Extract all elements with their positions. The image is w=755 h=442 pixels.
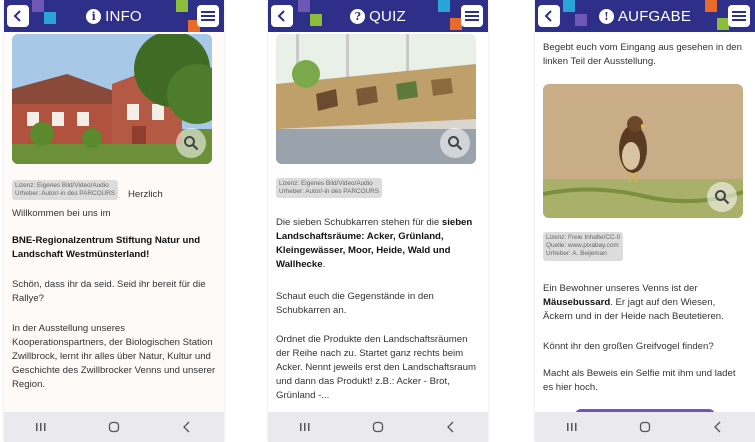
recent-apps-button[interactable] [26,417,56,437]
license-line: Lizenz: Eigenes Bild/Video/Audio [279,180,373,187]
intro-text: Begebt euch vom Eingang aus gesehen in d… [543,42,742,67]
find-question: Könnt ihr den großen Greifvogel finden? [543,341,714,352]
menu-button[interactable] [197,5,219,27]
license-tag: Lizenz: Eigenes Bild/Video/Audio Urheber… [12,180,119,201]
magnifier-icon [448,136,463,151]
screen-title: i INFO [4,0,224,32]
ready-text: Schön, dass ihr da seid. Seid ihr bereit… [12,279,206,304]
magnifier-icon [715,190,730,205]
title-text: INFO [105,7,142,25]
author-line: Urheber: Autor/-in des PARCOURS [15,190,116,198]
home-button[interactable] [630,417,660,437]
recent-apps-icon [35,423,46,431]
buzzard-photo[interactable] [543,84,743,218]
organization-heading: BNE-Regionalzentrum Stiftung Natur und L… [12,235,201,260]
content-area: Lizenz: Eigenes Bild/Video/Audio Urheber… [4,32,224,412]
text-part: Die sieben Schubkarren stehen für die [276,217,442,228]
license-line: Lizenz: Eigenes Bild/Video/Audio [15,182,109,189]
recent-apps-button[interactable] [290,417,320,437]
selfie-instruction: Macht als Beweis ein Selfie mit ihm und … [543,368,736,393]
task-screen: ! AUFGABE Begebt euch vom Eingang aus ge… [535,0,755,442]
back-icon [447,421,454,433]
license-tag: Lizenz: Freie Inhalte/CC-0 Quelle: www.p… [543,232,624,261]
wheelbarrow-photo[interactable] [276,34,476,164]
species-name: Mäusebussard [543,297,611,308]
system-nav-bar [268,412,488,442]
zoom-button[interactable] [707,182,737,212]
license-line: Lizenz: Freie Inhalte/CC-0 [546,234,621,241]
screen-title: ! AUFGABE [535,0,755,32]
content-area: Begebt euch vom Eingang aus gesehen in d… [535,32,755,412]
home-icon [108,421,120,433]
system-back-button[interactable] [436,417,466,437]
hamburger-menu-icon [201,11,215,21]
home-icon [639,421,651,433]
top-app-bar: ? QUIZ [268,0,488,32]
wheelbarrow-description: Die sieben Schubkarren stehen für die si… [276,216,480,272]
title-text: AUFGABE [617,7,692,25]
system-back-button[interactable] [703,417,733,437]
info-screen: i INFO Lizenz: Eigenes Bild/Video/Audio … [4,0,224,442]
author-line: Urheber: Autor/-in des PARCOURS [279,188,380,196]
text-part: Ein Bewohner unseres Venns ist der [543,283,698,294]
home-button[interactable] [363,417,393,437]
system-back-button[interactable] [172,417,202,437]
menu-button[interactable] [728,5,750,27]
top-app-bar: ! AUFGABE [535,0,755,32]
back-icon [714,421,721,433]
source-line: Quelle: www.pixabay.com [546,242,619,250]
home-icon [372,421,384,433]
title-text: QUIZ [369,7,406,25]
exhibition-text: In der Ausstellung unseres Kooperationsp… [12,323,216,390]
content-area: Lizenz: Eigenes Bild/Video/Audio Urheber… [268,32,488,412]
recent-apps-icon [566,423,577,431]
zoom-button[interactable] [440,128,470,158]
recent-apps-button[interactable] [557,417,587,437]
menu-button[interactable] [461,5,483,27]
screen-title: ? QUIZ [268,0,488,32]
text-part: . [322,259,326,270]
top-app-bar: i INFO [4,0,224,32]
welcome-text: Willkommen bei uns im [12,208,111,219]
recent-apps-icon [299,423,310,431]
quiz-screen: ? QUIZ Lizenz: Eigenes Bild/Video/Audio … [268,0,488,442]
question-icon: ? [350,8,366,24]
system-nav-bar [535,412,755,442]
greeting-tail: Herzlich [128,189,163,200]
info-icon: i [86,8,102,24]
author-line: Urheber: A. Beijeman [546,250,607,258]
look-instruction: Schaut euch die Gegenstände in den Schub… [276,291,434,316]
hamburger-menu-icon [732,11,746,21]
back-icon [183,421,190,433]
sorting-instruction: Ordnet die Produkte den Landschaftsräume… [276,334,476,401]
hamburger-menu-icon [465,11,479,21]
buzzard-description: Ein Bewohner unseres Venns ist der Mäuse… [543,282,747,324]
magnifier-icon [184,136,199,151]
home-button[interactable] [99,417,129,437]
zoom-button[interactable] [176,128,206,158]
exclamation-icon: ! [598,8,614,24]
system-nav-bar [4,412,224,442]
building-photo[interactable] [12,34,212,164]
license-tag: Lizenz: Eigenes Bild/Video/Audio Urheber… [276,178,383,199]
